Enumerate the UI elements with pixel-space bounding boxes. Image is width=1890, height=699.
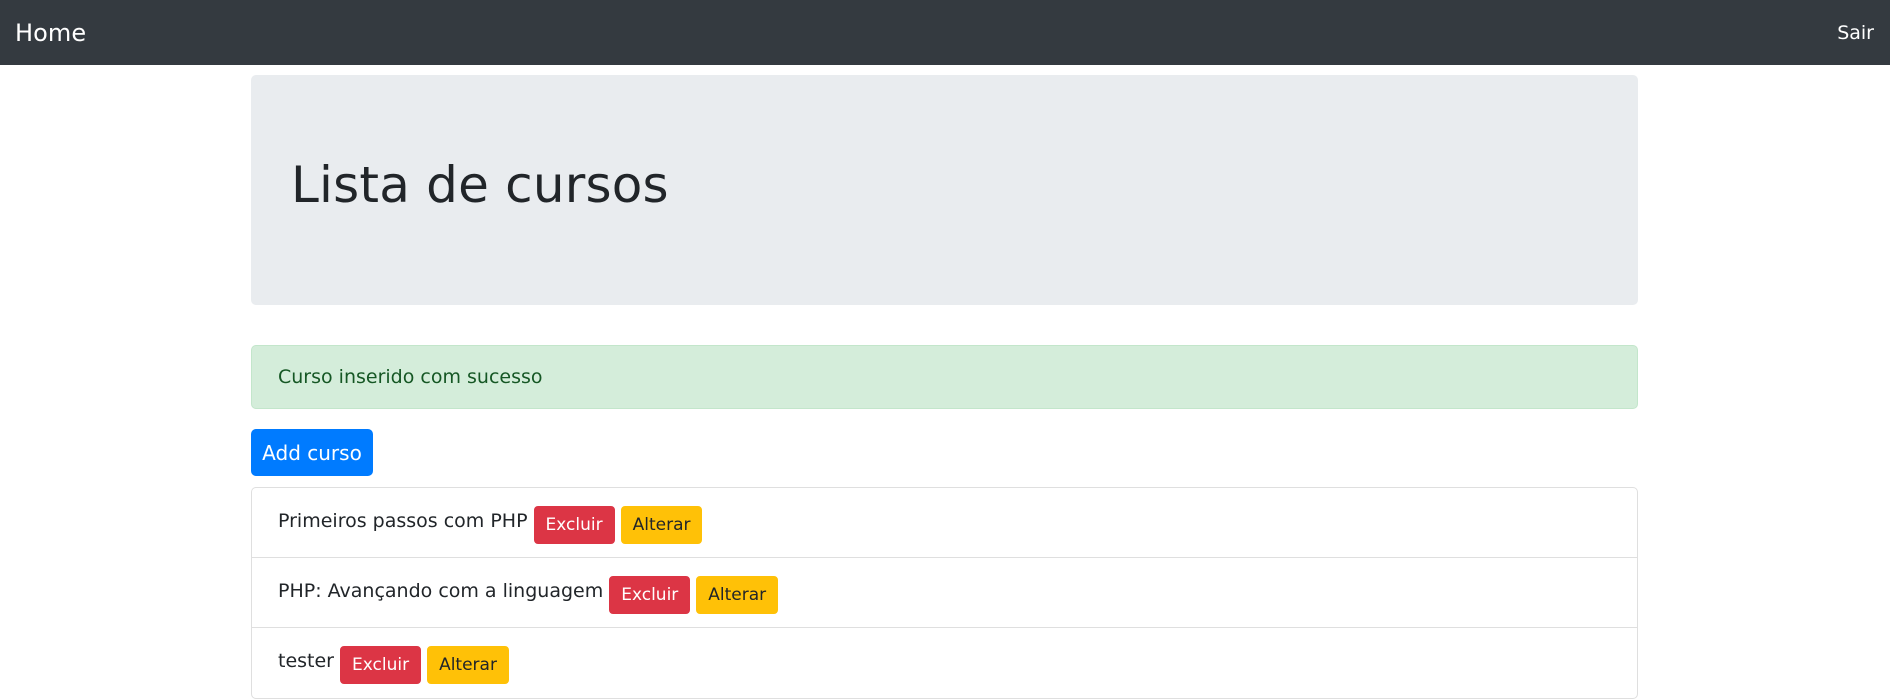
jumbotron: Lista de cursos — [251, 75, 1638, 305]
edit-course-button[interactable]: Alterar — [620, 505, 703, 544]
course-name: PHP: Avançando com a linguagem — [278, 579, 604, 602]
course-list-item: Primeiros passos com PHP Excluir Alterar — [252, 488, 1637, 558]
course-list-item: PHP: Avançando com a linguagem Excluir A… — [252, 558, 1637, 628]
page-title: Lista de cursos — [291, 156, 669, 214]
edit-course-button[interactable]: Alterar — [696, 575, 779, 614]
delete-course-button[interactable]: Excluir — [609, 575, 691, 614]
add-course-button[interactable]: Add curso — [251, 429, 373, 476]
course-list: Primeiros passos com PHP Excluir Alterar… — [251, 487, 1638, 699]
home-link[interactable]: Home — [15, 19, 86, 47]
course-name: Primeiros passos com PHP — [278, 509, 528, 532]
course-name: tester — [278, 650, 334, 672]
logout-link[interactable]: Sair — [1837, 22, 1874, 44]
main-container: Lista de cursos Curso inserido com suces… — [251, 75, 1638, 699]
edit-course-button[interactable]: Alterar — [427, 646, 509, 684]
success-alert: Curso inserido com sucesso — [251, 345, 1638, 409]
top-navbar: Home Sair — [0, 0, 1890, 65]
delete-course-button[interactable]: Excluir — [340, 646, 422, 684]
course-list-item: tester Excluir Alterar — [252, 628, 1637, 698]
delete-course-button[interactable]: Excluir — [533, 505, 615, 544]
